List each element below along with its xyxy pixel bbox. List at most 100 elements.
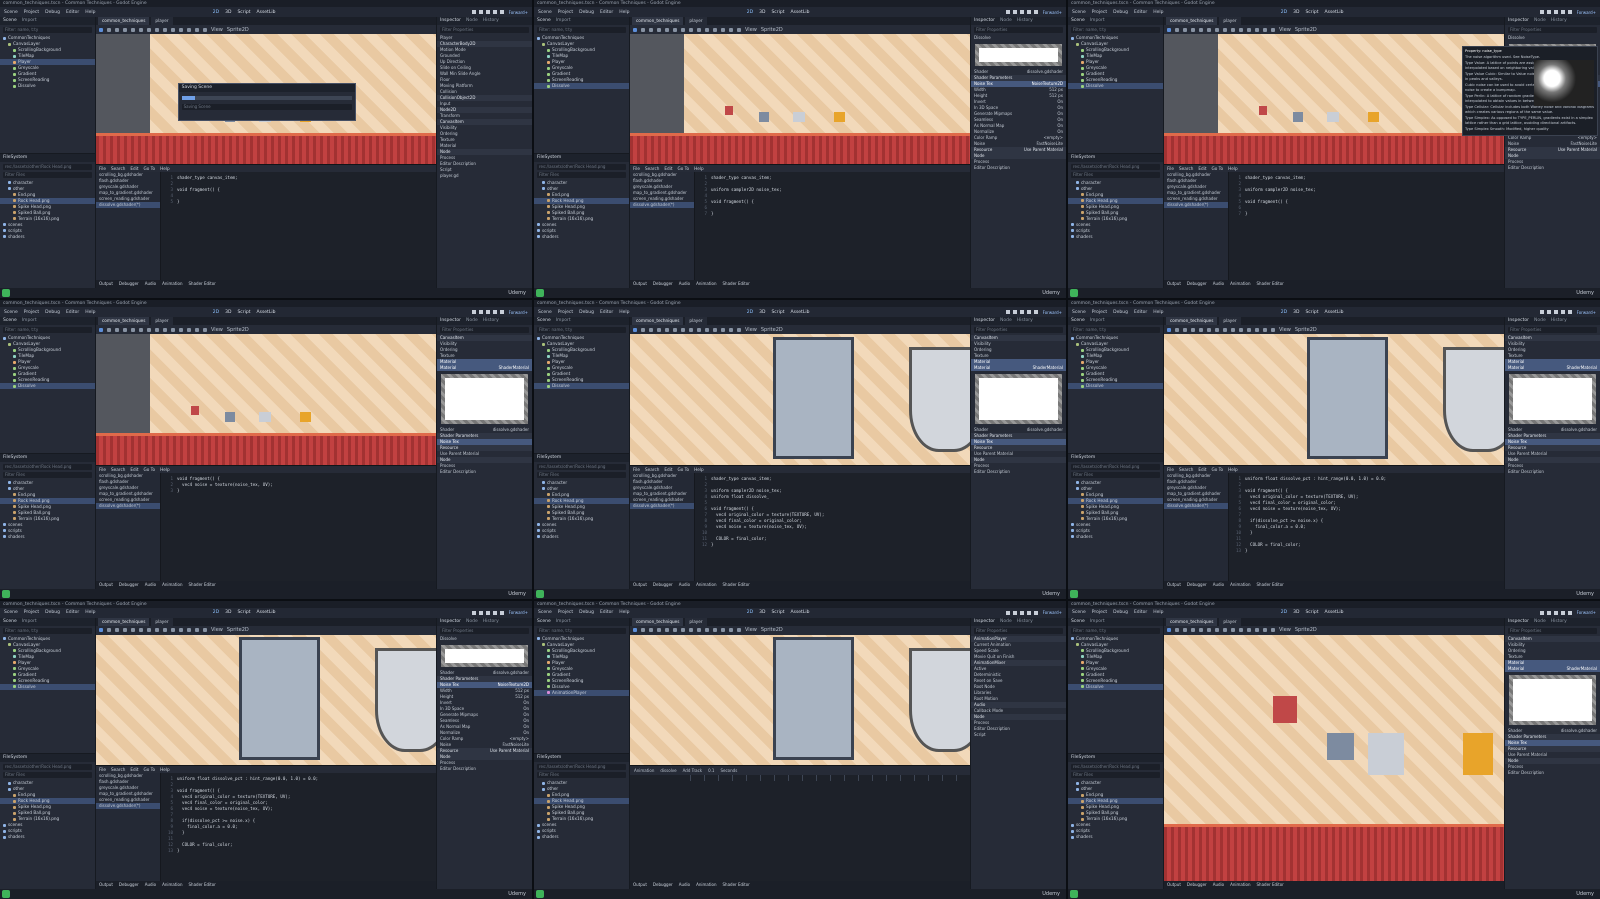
tool-icon[interactable] xyxy=(1167,327,1171,332)
filesystem-path[interactable]: res://assets/other/Rock Head.png xyxy=(1071,463,1160,470)
filesystem-path[interactable]: res://assets/other/Rock Head.png xyxy=(3,163,92,170)
bottom-tab-audio[interactable]: Audio xyxy=(1213,280,1224,288)
tab-history[interactable]: History xyxy=(1017,317,1033,325)
viewport-menu-view[interactable]: View xyxy=(745,327,757,333)
mode-3d[interactable]: 3D xyxy=(1293,310,1299,315)
viewport-menu-view[interactable]: View xyxy=(211,627,223,633)
menu-debug[interactable]: Debug xyxy=(579,610,594,615)
tool-icon[interactable] xyxy=(705,327,709,332)
script-menu-edit[interactable]: Edit xyxy=(664,165,672,172)
filesystem-path[interactable]: res://assets/other/Rock Head.png xyxy=(1071,163,1160,170)
tool-icon[interactable] xyxy=(155,327,159,332)
bottom-tab-output[interactable]: Output xyxy=(633,280,647,288)
tool-icon[interactable] xyxy=(673,27,677,32)
tool-icon[interactable] xyxy=(1255,327,1259,332)
file-item[interactable]: shaders xyxy=(534,234,629,240)
bottom-tab-output[interactable]: Output xyxy=(1167,581,1181,589)
pause-icon[interactable] xyxy=(1547,610,1551,615)
tool-icon[interactable] xyxy=(689,628,693,633)
filesystem-filter-input[interactable]: Filter Files xyxy=(3,471,92,478)
filesystem-path[interactable]: res://assets/other/Rock Head.png xyxy=(537,463,626,470)
play-scene-icon[interactable] xyxy=(493,310,497,315)
tool-icon[interactable] xyxy=(187,327,191,332)
script-menu-file[interactable]: File xyxy=(1167,466,1174,473)
play-custom-icon[interactable] xyxy=(1568,610,1572,615)
tool-icon[interactable] xyxy=(1247,27,1251,32)
tool-icon[interactable] xyxy=(147,327,151,332)
shader-file[interactable]: map_to_gradient.gdshader xyxy=(96,791,160,797)
tool-icon[interactable] xyxy=(689,27,693,32)
menu-scene[interactable]: Scene xyxy=(1072,10,1086,15)
property-value[interactable]: Use Parent Material xyxy=(1558,147,1597,153)
menu-debug[interactable]: Debug xyxy=(45,10,60,15)
bottom-tab-debugger[interactable]: Debugger xyxy=(1187,881,1207,889)
mode-2d[interactable]: 2D xyxy=(747,310,753,315)
tab-scene[interactable]: Scene xyxy=(537,618,551,626)
scene-tab[interactable]: common_techniques xyxy=(98,617,150,626)
2d-viewport[interactable] xyxy=(1164,334,1504,466)
menu-help[interactable]: Help xyxy=(85,310,95,315)
mode-assetlib[interactable]: AssetLib xyxy=(257,310,276,315)
inspector-filter-input[interactable]: Filter Properties xyxy=(974,27,1063,33)
shader-file[interactable]: dissolve.gdshader(*) xyxy=(1164,202,1228,209)
inspector-filter-input[interactable]: Filter Properties xyxy=(1508,327,1597,334)
menu-scene[interactable]: Scene xyxy=(4,310,18,315)
play-scene-icon[interactable] xyxy=(1027,610,1031,615)
mode-assetlib[interactable]: AssetLib xyxy=(257,10,276,15)
bottom-tab-debugger[interactable]: Debugger xyxy=(1187,280,1207,288)
tab-node[interactable]: Node xyxy=(1534,17,1546,25)
play-scene-icon[interactable] xyxy=(1027,10,1031,14)
scene-tab[interactable]: player xyxy=(1219,617,1241,626)
inspector-property[interactable]: Editor Description xyxy=(971,165,1066,171)
bottom-tab-animation[interactable]: Animation xyxy=(162,280,182,288)
tool-icon[interactable] xyxy=(641,27,645,32)
mode-3d[interactable]: 3D xyxy=(759,610,765,615)
filesystem-filter-input[interactable]: Filter Files xyxy=(3,171,92,178)
play-custom-icon[interactable] xyxy=(1568,10,1572,14)
tool-icon[interactable] xyxy=(665,628,669,633)
bottom-tab-debugger[interactable]: Debugger xyxy=(653,581,673,589)
script-menu-go-to[interactable]: Go To xyxy=(1212,466,1224,473)
inspector-property[interactable]: player.gd xyxy=(437,173,532,179)
script-menu-edit[interactable]: Edit xyxy=(130,165,138,172)
tool-icon[interactable] xyxy=(1271,27,1275,32)
mode-2d[interactable]: 2D xyxy=(1281,610,1287,615)
tab-inspector[interactable]: Inspector xyxy=(1508,17,1529,25)
viewport-menu-view[interactable]: View xyxy=(211,27,223,33)
mode-2d[interactable]: 2D xyxy=(747,10,753,15)
bottom-tab-shader-editor[interactable]: Shader Editor xyxy=(189,881,216,889)
play-icon[interactable] xyxy=(1540,310,1544,315)
tab-import[interactable]: Import xyxy=(22,317,37,325)
2d-viewport[interactable]: Saving Scene Saving Scene xyxy=(96,34,436,166)
tab-import[interactable]: Import xyxy=(556,17,571,25)
tool-icon[interactable] xyxy=(1239,628,1243,633)
property-value[interactable]: dissolve.gdshader xyxy=(493,670,529,676)
menu-help[interactable]: Help xyxy=(1153,10,1163,15)
tab-inspector[interactable]: Inspector xyxy=(440,317,461,325)
tool-icon[interactable] xyxy=(1207,628,1211,633)
script-menu-search[interactable]: Search xyxy=(645,165,659,172)
play-custom-icon[interactable] xyxy=(500,10,504,14)
script-menu-search[interactable]: Search xyxy=(1179,466,1193,473)
tool-icon[interactable] xyxy=(1175,27,1179,32)
menu-editor[interactable]: Editor xyxy=(600,10,613,15)
add-track-button[interactable]: Add Track xyxy=(683,768,702,773)
script-menu-go-to[interactable]: Go To xyxy=(678,466,690,473)
2d-viewport[interactable] xyxy=(96,334,436,466)
mode-2d[interactable]: 2D xyxy=(213,310,219,315)
scene-tab[interactable]: player xyxy=(685,317,707,326)
inspector-property[interactable]: Editor Description xyxy=(971,469,1066,475)
tool-icon[interactable] xyxy=(657,327,661,332)
tab-inspector[interactable]: Inspector xyxy=(1508,317,1529,325)
tool-icon[interactable] xyxy=(1247,628,1251,633)
tool-icon[interactable] xyxy=(139,27,143,32)
bottom-tab-shader-editor[interactable]: Shader Editor xyxy=(723,581,750,589)
play-scene-icon[interactable] xyxy=(1561,610,1565,615)
bottom-tab-audio[interactable]: Audio xyxy=(679,881,690,889)
bottom-tab-shader-editor[interactable]: Shader Editor xyxy=(1257,280,1284,288)
menu-debug[interactable]: Debug xyxy=(1113,10,1128,15)
menu-editor[interactable]: Editor xyxy=(66,610,79,615)
inspector-filter-input[interactable]: Filter Properties xyxy=(440,327,529,334)
mode-assetlib[interactable]: AssetLib xyxy=(1325,10,1344,15)
bottom-tab-debugger[interactable]: Debugger xyxy=(119,581,139,589)
